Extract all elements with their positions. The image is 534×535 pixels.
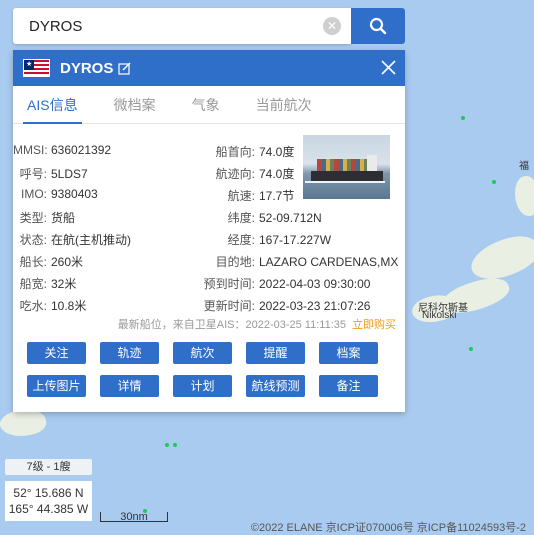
ship-marker[interactable]: [492, 180, 496, 184]
search-icon: [369, 17, 387, 35]
copyright-text: ©2022 ELANE 京ICP证070006号 京ICP备11024593号-…: [250, 522, 526, 534]
buy-now-link[interactable]: 立即购买: [352, 319, 396, 331]
ship-marker[interactable]: [165, 443, 169, 447]
ship-marker[interactable]: [173, 443, 177, 447]
info-value: 17.7节: [259, 189, 295, 203]
tab-current-voyage[interactable]: 当前航次: [256, 86, 312, 123]
info-label: 吃水:: [19, 299, 47, 313]
info-row: 航迹向: 74.0度: [203, 165, 295, 182]
ship-name: DYROS: [60, 59, 114, 77]
ais-info-section: MMSI: 636021392 呼号: 5LDS7 IMO: 9380403 类型: 货…: [13, 124, 405, 344]
info-label: 船首向:: [215, 145, 255, 159]
tab-weather[interactable]: 气象: [192, 86, 220, 123]
search-bar: ✕: [13, 8, 351, 44]
follow-button[interactable]: 关注: [27, 342, 86, 364]
tab-ais-info[interactable]: AIS信息: [23, 86, 82, 124]
info-row: 船长: 260米: [13, 253, 83, 270]
info-value: 260米: [51, 255, 84, 269]
ship-marker[interactable]: [469, 347, 473, 351]
upload-photo-button[interactable]: 上传图片: [27, 375, 86, 397]
info-label: 经度:: [227, 233, 255, 247]
info-label: 纬度:: [227, 211, 255, 225]
info-label: 预到时间:: [203, 277, 255, 291]
info-value: 74.0度: [259, 145, 295, 159]
plan-button[interactable]: 计划: [173, 375, 232, 397]
archive-button[interactable]: 档案: [319, 342, 378, 364]
route-forecast-button[interactable]: 航线预测: [246, 375, 305, 397]
clear-icon[interactable]: ✕: [323, 17, 341, 35]
track-button[interactable]: 轨迹: [100, 342, 159, 364]
info-label: MMSI:: [13, 143, 48, 157]
close-icon[interactable]: [379, 58, 397, 76]
island-shape: [515, 176, 534, 216]
info-label: 类型:: [19, 211, 47, 225]
info-value: 32米: [51, 277, 77, 291]
longitude-readout: 165° 44.385 W: [8, 502, 89, 516]
panel-header: DYROS: [13, 50, 405, 86]
scale-bar: 30nm: [100, 512, 168, 523]
search-input[interactable]: [29, 17, 319, 35]
info-label: 状态:: [19, 233, 47, 247]
ship-marker[interactable]: [461, 116, 465, 120]
info-row: 纬度: 52-09.712N: [203, 209, 322, 226]
cursor-coordinates: 52° 15.686 N 165° 44.385 W: [5, 481, 92, 521]
edit-icon[interactable]: [118, 62, 131, 75]
info-value: 74.0度: [259, 167, 295, 181]
info-row: 吃水: 10.8米: [13, 297, 87, 314]
info-label: 目的地:: [215, 255, 255, 269]
info-value: 5LDS7: [51, 167, 88, 181]
info-value: 52-09.712N: [259, 211, 322, 225]
info-value: 636021392: [51, 143, 112, 157]
info-value: 9380403: [51, 187, 98, 201]
search-button[interactable]: [351, 8, 405, 44]
info-label: 船长:: [19, 255, 47, 269]
notes-button[interactable]: 备注: [319, 375, 378, 397]
place-label: Nikolski: [422, 310, 457, 321]
ship-info-panel: DYROS AIS信息 微档案 气象 当前航次 MMSI:636021392 呼…: [13, 50, 405, 412]
panel-tabs: AIS信息 微档案 气象 当前航次: [13, 86, 405, 124]
ship-photo[interactable]: [303, 135, 390, 199]
info-row: 目的地: LAZARO CARDENAS,MX: [203, 253, 399, 270]
latitude-readout: 52° 15.686 N: [13, 486, 84, 500]
info-row: 经度: 167-17.227W: [203, 231, 331, 248]
info-row: 呼号: 5LDS7: [13, 165, 88, 182]
info-value: 2022-04-03 09:30:00: [259, 277, 371, 291]
info-label: 更新时间:: [203, 299, 255, 313]
info-label: 呼号:: [19, 167, 47, 181]
info-value: 167-17.227W: [259, 233, 332, 247]
info-row: 船首向: 74.0度: [203, 143, 295, 160]
info-row: 类型: 货船: [13, 209, 75, 226]
position-source-note: 最新船位，来自卫星AIS：2022-03-25 11:11:35 立即购买: [13, 316, 396, 332]
alert-button[interactable]: 提醒: [246, 342, 305, 364]
info-row: 状态: 在航(主机推动): [13, 231, 131, 248]
info-row: 船宽: 32米: [13, 275, 77, 292]
info-value: 2022-03-23 21:07:26: [259, 299, 371, 313]
info-label: IMO:: [21, 187, 47, 201]
info-value: 货船: [51, 211, 76, 225]
place-label: 福: [519, 161, 529, 172]
info-row: 航速: 17.7节: [203, 187, 295, 204]
details-button[interactable]: 详情: [100, 375, 159, 397]
info-row: 预到时间: 2022-04-03 09:30:00: [203, 275, 371, 292]
info-row: 更新时间: 2022-03-23 21:07:26: [203, 297, 371, 314]
voyage-button[interactable]: 航次: [173, 342, 232, 364]
info-value: 10.8米: [51, 299, 87, 313]
zoom-level-badge: 7级 - 1艘: [5, 459, 92, 475]
liberia-flag-icon: [23, 59, 50, 77]
info-value: 在航(主机推动): [51, 233, 131, 247]
info-row: MMSI: 636021392: [13, 143, 111, 157]
info-label: 航迹向:: [215, 167, 255, 181]
info-label: 船宽:: [19, 277, 47, 291]
satellite-note: 最新船位，来自卫星AIS：2022-03-25 11:11:35: [117, 319, 346, 331]
info-label: 航速:: [227, 189, 255, 203]
info-value: LAZARO CARDENAS,MX: [259, 255, 399, 269]
info-row: IMO: 9380403: [13, 187, 98, 201]
tab-micro-archive[interactable]: 微档案: [114, 86, 156, 123]
